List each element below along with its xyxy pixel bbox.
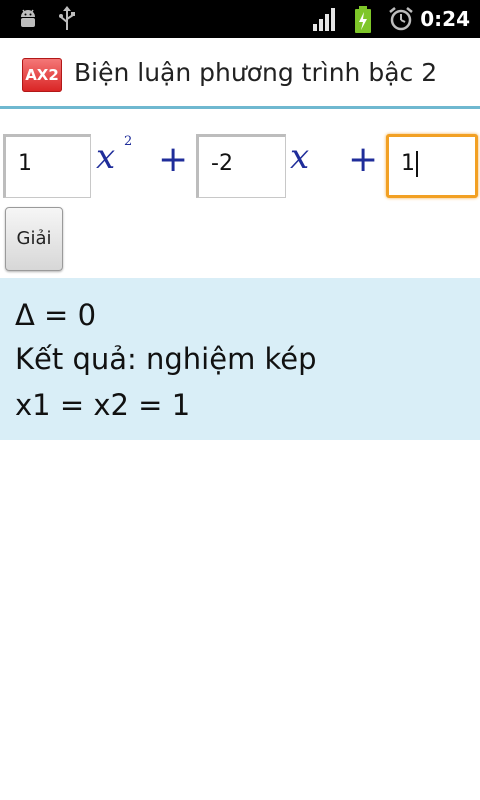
result-panel: Δ = 0 Kết quả: nghiệm kép x1 = x2 = 1	[0, 278, 480, 440]
plus-sign-1: +	[158, 139, 189, 180]
signal-icon	[312, 6, 338, 36]
x-symbol: x	[290, 137, 310, 177]
delta-line: Δ = 0	[15, 298, 97, 332]
coefficient-b-value: -2	[211, 151, 233, 176]
roots-line: x1 = x2 = 1	[15, 388, 191, 422]
usb-icon	[56, 6, 78, 36]
android-debug-icon	[16, 6, 40, 34]
battery-charging-icon	[354, 6, 372, 38]
title-divider	[0, 106, 480, 109]
status-bar: 0:24	[0, 0, 480, 38]
app-title: Biện luận phương trình bậc 2	[74, 58, 438, 87]
coefficient-a-value: 1	[18, 151, 32, 176]
exponent-symbol: 2	[124, 134, 133, 149]
coefficient-c-value: 1	[401, 151, 415, 176]
coefficient-c-input[interactable]: 1	[386, 134, 478, 198]
x-squared-symbol: x	[96, 137, 116, 177]
app-icon: AX2	[22, 58, 62, 92]
alarm-icon	[388, 6, 414, 36]
status-time: 0:24	[420, 7, 470, 31]
title-bar: AX2 Biện luận phương trình bậc 2	[0, 38, 480, 106]
result-line: Kết quả: nghiệm kép	[15, 342, 317, 376]
text-caret	[416, 151, 418, 177]
coefficient-a-input[interactable]: 1	[3, 134, 91, 198]
coefficient-b-input[interactable]: -2	[196, 134, 286, 198]
solve-button[interactable]: Giải	[5, 207, 63, 271]
plus-sign-2: +	[348, 139, 379, 180]
